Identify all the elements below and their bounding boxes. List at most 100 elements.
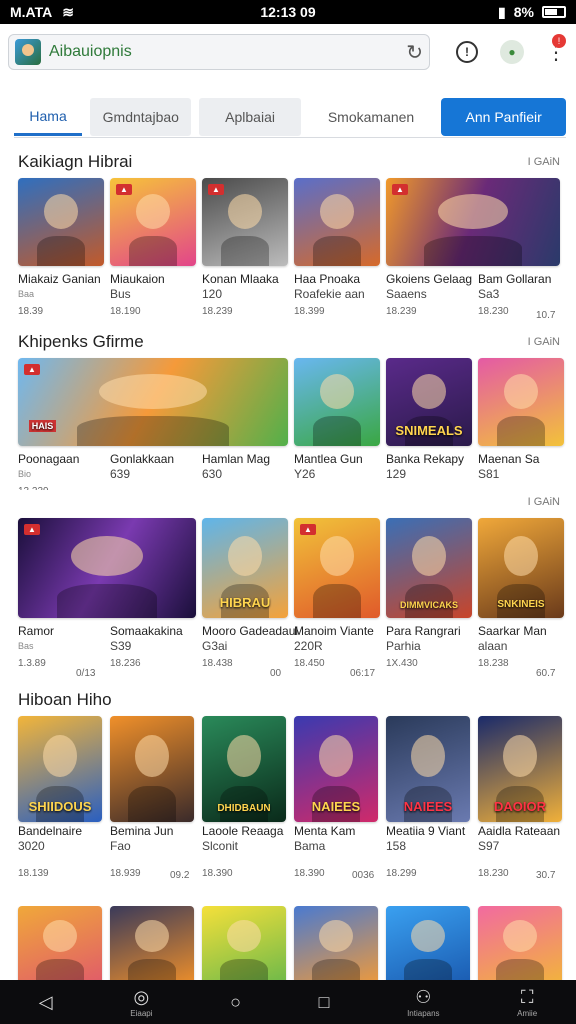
extra-value: 60.7	[536, 668, 556, 679]
app-tile[interactable]	[294, 178, 380, 266]
nav-games[interactable]: ⛶ Amiie	[517, 987, 537, 1018]
app-banner: HIBRAU	[219, 595, 271, 610]
tag-badge: ▲	[208, 184, 224, 195]
refresh-icon[interactable]: ↻	[406, 40, 423, 65]
search-box[interactable]: Aibauiopnis ↻	[8, 34, 430, 70]
app-meta: Laoole Reaaga Slconit 18.390	[202, 824, 284, 879]
app-tile[interactable]: ▲	[202, 178, 288, 266]
app-tile[interactable]: NAIEES	[294, 716, 378, 822]
app-meta: Somaakakina S39 18.236	[110, 624, 183, 669]
app-banner: NAIEES	[403, 799, 453, 814]
app-meta: Menta Kam Bama 18.390	[294, 824, 356, 879]
app-tile[interactable]	[202, 906, 286, 980]
app-tile[interactable]	[18, 178, 104, 266]
app-row: SHIIDOUS DHIDBAUN NAIEES NAIEES DAOIOR	[10, 716, 568, 822]
app-meta: Hamlan Mag 630	[202, 452, 271, 481]
section-title: Khipenks Gfirme	[18, 332, 144, 351]
app-tile[interactable]: HIBRAU	[202, 518, 288, 618]
app-banner: SNIMEALS	[395, 423, 463, 438]
extra-value: 30.7	[536, 870, 556, 881]
app-banner: DIMMVICAKS	[400, 600, 458, 610]
nav-explore[interactable]: ◎ Eiaapi	[130, 987, 152, 1018]
extra-value: 0/13	[76, 668, 96, 679]
explore-icon: ◎	[133, 986, 150, 1007]
app-tile[interactable]: SNKINEIS	[478, 518, 564, 618]
app-tile[interactable]: NAIEES	[386, 716, 470, 822]
more-menu-icon[interactable]: ⋮!	[546, 33, 566, 65]
tab-primary-action[interactable]: Ann Panfieir	[441, 98, 566, 136]
app-meta: Mantlea Gun Y26	[294, 452, 363, 481]
games-icon: ⛶	[520, 986, 534, 1007]
tab-apps[interactable]: Aplbaiai	[199, 98, 301, 136]
app-banner: SNKINEIS	[497, 599, 545, 610]
app-tile[interactable]: DHIDBAUN	[202, 716, 286, 822]
nav-account[interactable]: ⚇ Intiapans	[407, 987, 439, 1018]
app-tile[interactable]: DIMMVICAKS	[386, 518, 472, 618]
app-tile[interactable]: ▲	[18, 518, 196, 618]
section-more-link[interactable]: I GAiN	[528, 336, 560, 348]
search-input[interactable]: Aibauiopnis	[49, 43, 398, 61]
tag-badge: ▲	[116, 184, 132, 195]
app-row: ▲ HAIS SNIMEALS	[10, 358, 568, 454]
app-tile[interactable]: ▲	[294, 518, 380, 618]
tag-badge: ▲	[24, 364, 40, 375]
app-tile[interactable]	[110, 716, 194, 822]
nav-recents[interactable]: □	[319, 992, 330, 1012]
section-5-partial	[10, 906, 568, 980]
app-tile[interactable]	[478, 358, 564, 446]
section-more-link[interactable]: I GAiN	[528, 156, 560, 168]
app-meta: Para Rangrari Parhia 1X.430	[386, 624, 461, 669]
status-bar: M.ATA ≋ 12:13 09 ▮ 8%	[0, 0, 576, 24]
app-meta: Gkoiens Gelaag Saaens 18.239	[386, 272, 473, 317]
app-tile[interactable]: ▲ HAIS	[18, 358, 288, 446]
app-tile[interactable]: SNIMEALS	[386, 358, 472, 446]
app-meta: Gonlakkaan 639	[110, 452, 175, 481]
promo-label: HAIS	[28, 420, 57, 432]
app-tile[interactable]	[386, 906, 470, 980]
app-tile[interactable]	[478, 906, 562, 980]
app-banner: DAOIOR	[494, 799, 546, 814]
section-2: Khipenks Gfirme I GAiN ▲ HAIS SNIMEALS Po…	[10, 330, 568, 506]
clock: 12:13 09	[260, 4, 316, 20]
app-tile[interactable]: ▲	[110, 178, 196, 266]
app-row: ▲ HIBRAU ▲ DIMMVICAKS SNKINEIS	[10, 518, 568, 618]
tab-home[interactable]: Hama	[14, 98, 83, 136]
extra-value: 10.7	[536, 310, 556, 321]
avatar[interactable]	[15, 39, 41, 65]
back-icon: ◁	[38, 992, 53, 1012]
nav-home[interactable]: ○	[230, 992, 241, 1012]
nav-back[interactable]: ◁	[39, 992, 53, 1012]
app-tile[interactable]	[110, 906, 194, 980]
top-bar: Aibauiopnis ↻ ! ● ⋮!	[0, 24, 576, 80]
battery-percent: 8%	[513, 4, 534, 20]
tag-badge: ▲	[24, 524, 40, 535]
info-icon[interactable]: !	[456, 41, 478, 63]
app-tile[interactable]	[18, 906, 102, 980]
account-icon: ⚇	[415, 986, 432, 1007]
app-tile[interactable]	[294, 358, 380, 446]
section-4: Hiboan Hiho SHIIDOUS DHIDBAUN NAIEES NAI…	[10, 688, 568, 888]
app-tile[interactable]: SHIIDOUS	[18, 716, 102, 822]
app-meta: Konan Mlaaka 120 18.239	[202, 272, 279, 317]
notification-badge-icon: !	[552, 33, 566, 48]
app-tile[interactable]: ▲	[386, 178, 560, 266]
app-meta: Banka Rekapy 129	[386, 452, 465, 481]
section-title: Kaikiagn Hibrai	[18, 152, 133, 171]
app-banner: DHIDBAUN	[217, 803, 271, 814]
app-tile[interactable]: DAOIOR	[478, 716, 562, 822]
tag-badge: ▲	[392, 184, 408, 195]
extra-value: 0036	[352, 870, 375, 881]
app-tile[interactable]	[294, 906, 378, 980]
app-meta: Maenan Sa S81	[478, 452, 540, 481]
app-row	[10, 906, 568, 980]
tab-bar: Hama Gmdntajbao Aplbaiai Smokamanen Ann …	[14, 98, 566, 136]
section-more-link[interactable]: I GAiN	[528, 496, 560, 508]
tab-smokamanen[interactable]: Smokamanen	[308, 98, 434, 136]
tab-categories[interactable]: Gmdntajbao	[90, 98, 192, 136]
battery-icon	[541, 6, 566, 18]
app-meta: Meatiia 9 Viant 158 18.299	[386, 824, 466, 879]
app-banner: NAIEES	[311, 799, 361, 814]
app-meta: Haa Pnoaka Roafekie aan 18.399	[294, 272, 365, 317]
profile-icon[interactable]: ●	[500, 40, 524, 64]
tab-divider	[14, 137, 566, 138]
